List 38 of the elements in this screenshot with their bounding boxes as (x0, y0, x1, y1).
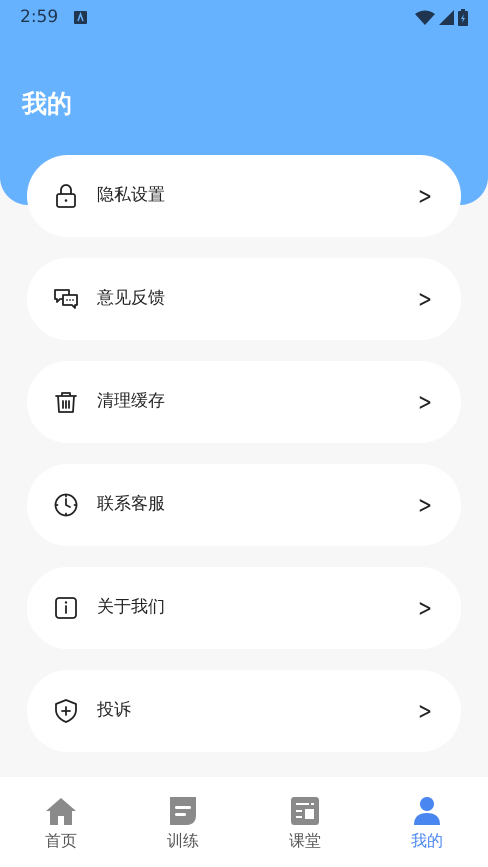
nav-tab[interactable]: 首页 (0, 777, 122, 867)
menu-item[interactable]: 隐私设置 > (27, 155, 461, 237)
home-icon (45, 795, 77, 827)
menu-item[interactable]: 意见反馈 > (27, 258, 461, 340)
layout-icon (289, 795, 321, 827)
menu-label: 联系客服 (97, 493, 166, 516)
clock-icon (53, 492, 79, 518)
menu-item[interactable]: 清理缓存 > (27, 361, 461, 443)
menu-label: 关于我们 (97, 596, 166, 620)
chevron-icon: > (418, 493, 432, 517)
nav-tab[interactable]: 我的 (366, 777, 488, 867)
person-icon (411, 795, 443, 827)
note-icon (167, 795, 199, 827)
keyboard-icon (74, 11, 88, 24)
menu-label: 投诉 (97, 699, 132, 722)
page-title: 我的 (22, 89, 72, 118)
status-time: 2:59 (20, 6, 58, 29)
lock-icon (53, 183, 79, 209)
chevron-icon: > (418, 287, 432, 311)
menu-label: 隐私设置 (97, 184, 166, 208)
wifi-icon (415, 10, 435, 25)
trash-icon (53, 389, 79, 415)
menu-item[interactable]: 关于我们 > (27, 567, 461, 649)
menu-label: 意见反馈 (97, 287, 166, 310)
menu-item[interactable]: 联系客服 > (27, 464, 461, 546)
chat-bubbles-icon (53, 286, 79, 312)
info-icon (53, 595, 79, 621)
nav-tab[interactable]: 训练 (122, 777, 244, 867)
chevron-icon: > (418, 699, 432, 723)
menu-label: 清理缓存 (97, 390, 166, 414)
battery-icon (458, 9, 468, 26)
signal-icon (439, 10, 454, 25)
menu-item[interactable]: 投诉 > (27, 670, 461, 752)
chevron-icon: > (418, 390, 432, 414)
chevron-icon: > (418, 184, 432, 208)
chevron-icon: > (418, 596, 432, 620)
nav-tab[interactable]: 课堂 (244, 777, 366, 867)
shield-plus-icon (53, 698, 79, 724)
